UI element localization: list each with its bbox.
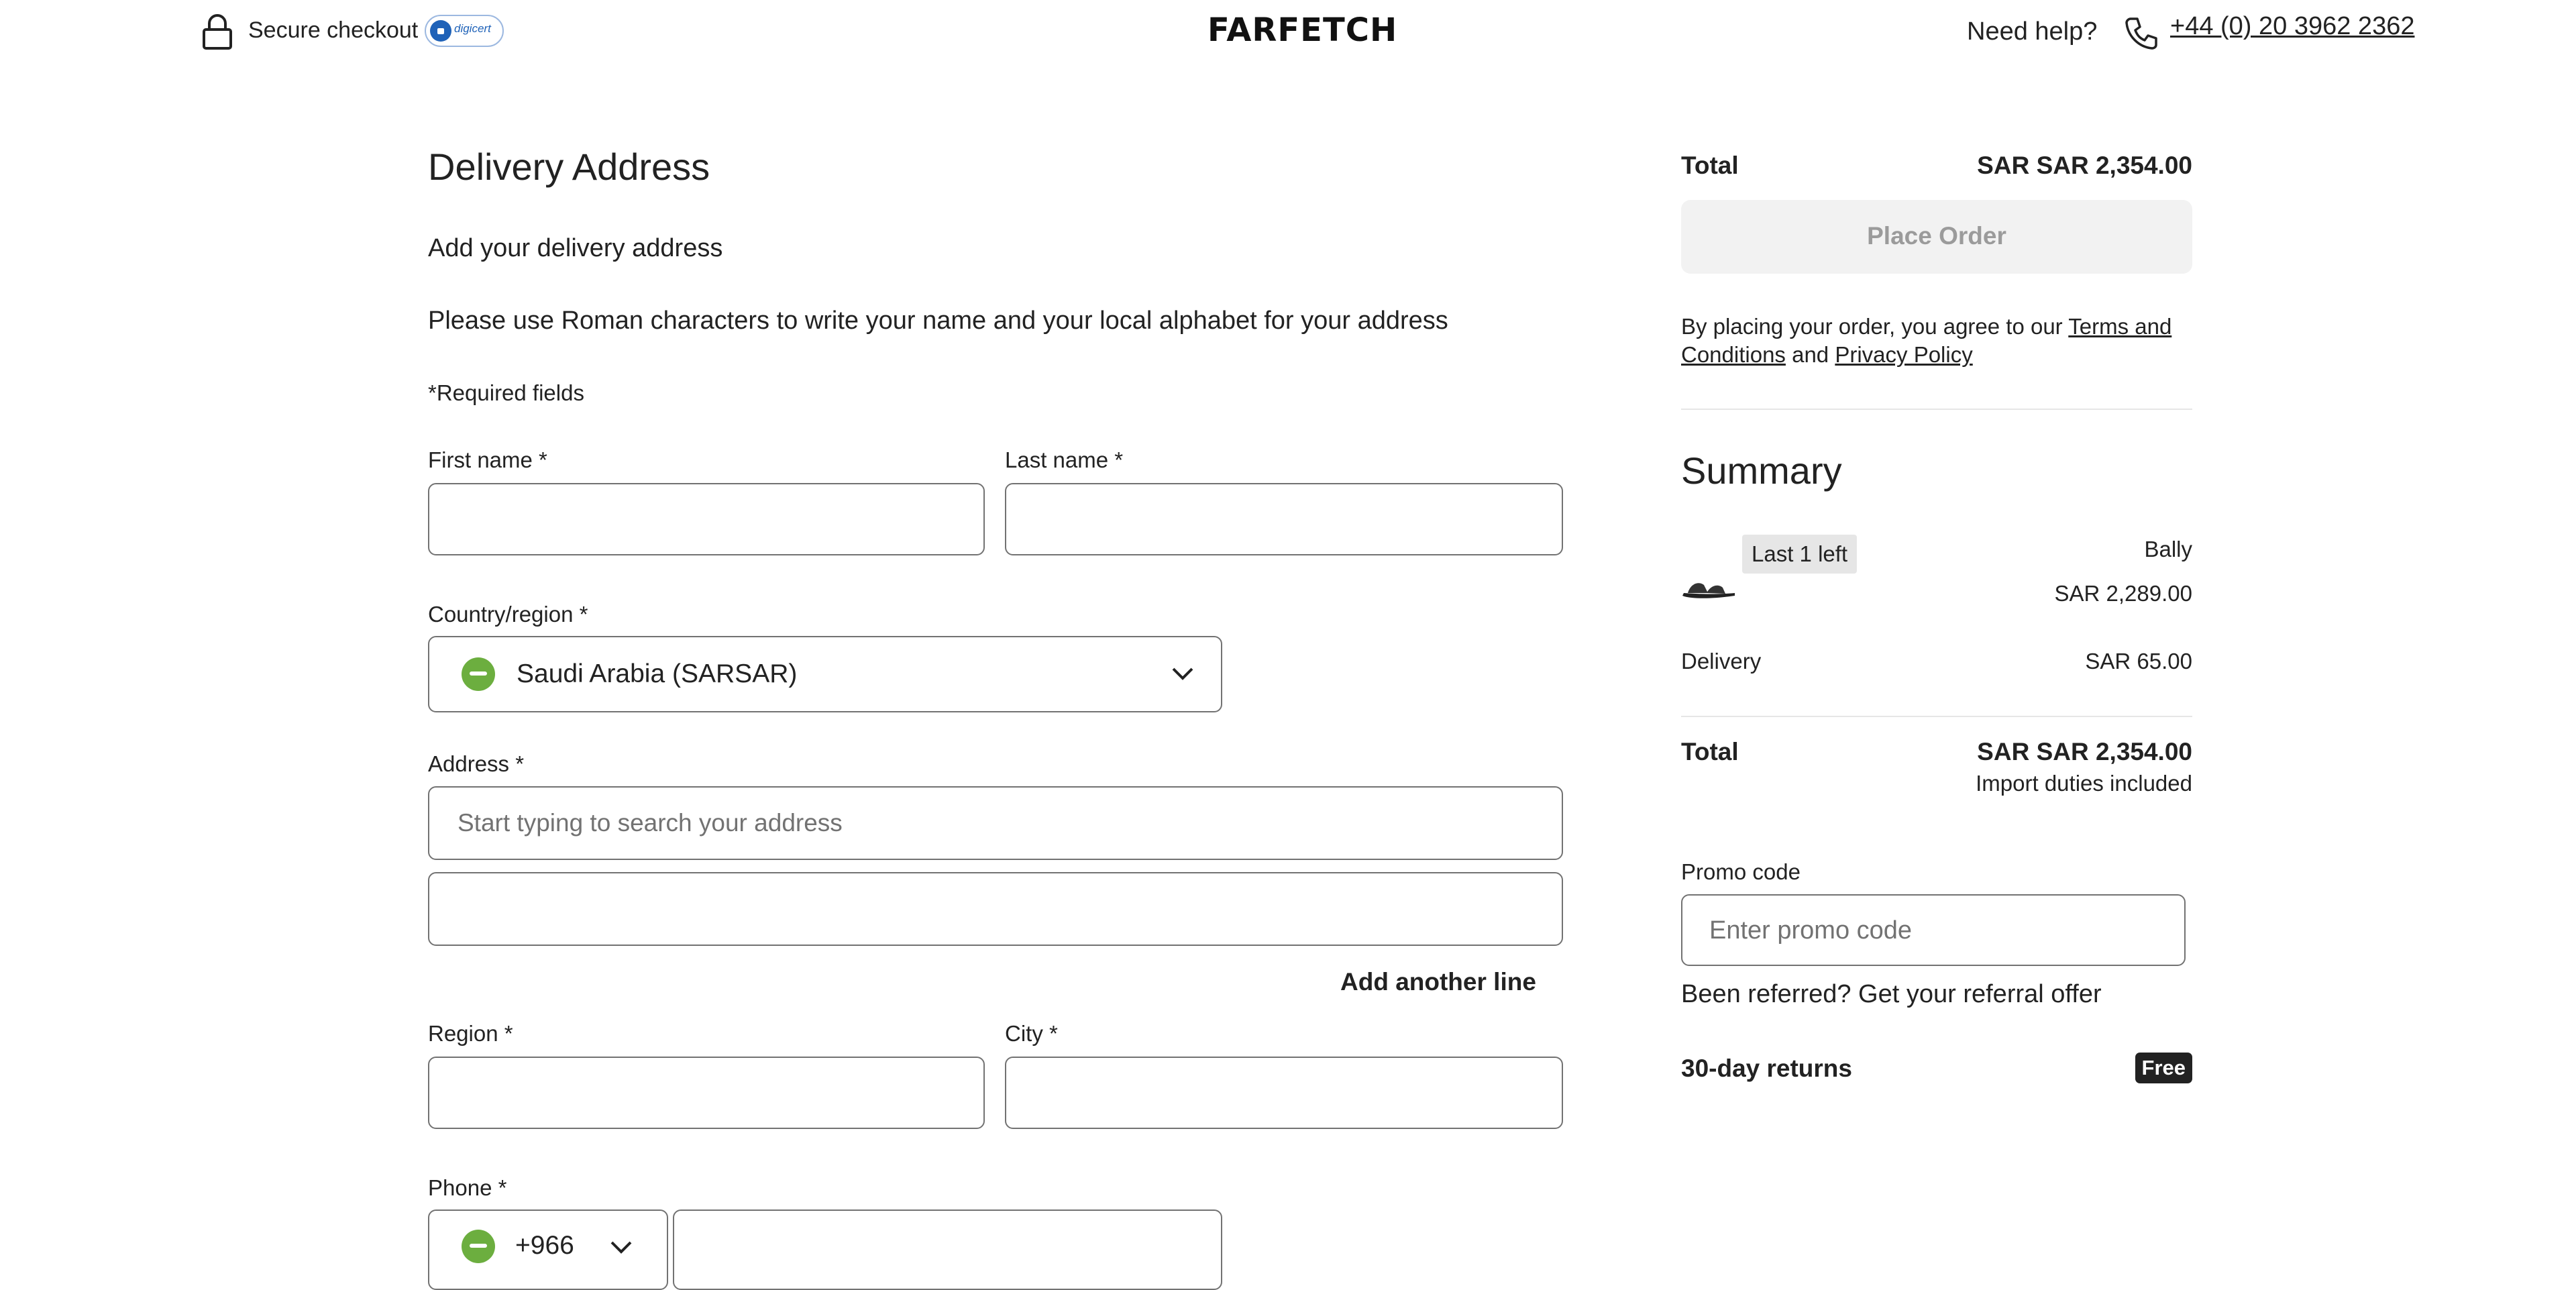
phone-country-code-select[interactable]: +966 [428, 1210, 668, 1290]
divider [1681, 716, 2192, 717]
summary-total-label: Total [1681, 738, 1739, 765]
returns-free-label: Free [2141, 1056, 2186, 1079]
need-help-label: Need help? [1967, 17, 2098, 46]
address-label: Address * [428, 751, 525, 776]
lock-icon [201, 13, 233, 50]
address-line-1-field[interactable]: Start typing to search your address [428, 786, 1563, 860]
legal-and: and [1785, 342, 1835, 367]
help-phone-link[interactable]: +44 (0) 20 3962 2362 [2170, 12, 2414, 41]
terms-link[interactable]: Terms and [2068, 314, 2171, 339]
privacy-policy-link[interactable]: Privacy Policy [1835, 342, 1972, 367]
country-label: Country/region * [428, 602, 588, 627]
import-duties-note: Import duties included [1976, 771, 2192, 796]
summary-total-value: SAR SAR 2,354.00 [1977, 738, 2192, 765]
order-total-label: Total [1681, 152, 1739, 179]
region-label: Region * [428, 1021, 513, 1046]
required-note: *Required fields [428, 380, 584, 405]
city-field[interactable] [1005, 1057, 1563, 1129]
add-another-line-button[interactable]: Add another line [1340, 968, 1536, 996]
flag-icon [462, 657, 495, 691]
first-name-label: First name * [428, 447, 547, 472]
chevron-down-icon [1171, 665, 1195, 682]
phone-label: Phone * [428, 1175, 507, 1200]
form-instructions: Please use Roman characters to write you… [428, 307, 1448, 335]
last-name-label: Last name * [1005, 447, 1124, 472]
farfetch-logo[interactable]: FARFETCH [1208, 11, 1397, 49]
phone-number-field[interactable] [673, 1210, 1222, 1290]
form-subtitle: Add your delivery address [428, 234, 723, 262]
stock-badge-label: Last 1 left [1752, 541, 1848, 566]
returns-free-badge: Free [2135, 1053, 2192, 1083]
place-order-label: Place Order [1867, 222, 2006, 250]
summary-title: Summary [1681, 449, 1842, 492]
flag-icon [462, 1230, 495, 1263]
order-total-value: SAR SAR 2,354.00 [1977, 152, 2192, 179]
region-field[interactable] [428, 1057, 985, 1129]
promo-code-label: Promo code [1681, 859, 1801, 884]
legal-prefix: By placing your order, you agree to our [1681, 314, 2069, 339]
digicert-text: digicert [454, 22, 491, 35]
promo-code-input[interactable]: Enter promo code [1681, 894, 2186, 966]
stock-badge: Last 1 left [1742, 535, 1858, 574]
digicert-seal: digicert [425, 15, 504, 47]
address-line-2-field[interactable] [428, 872, 1563, 946]
terms-link-cont[interactable]: Conditions [1681, 342, 1786, 367]
country-select[interactable]: Saudi Arabia (SARSAR) [428, 636, 1222, 712]
last-name-field[interactable] [1005, 483, 1563, 555]
city-label: City * [1005, 1021, 1058, 1046]
item-brand[interactable]: Bally [2144, 537, 2192, 562]
first-name-field[interactable] [428, 483, 985, 555]
phone-icon [2124, 16, 2159, 51]
page-title: Delivery Address [428, 146, 710, 188]
address-placeholder: Start typing to search your address [458, 809, 843, 837]
country-value: Saudi Arabia (SARSAR) [517, 659, 798, 688]
place-order-button[interactable]: Place Order [1681, 200, 2192, 274]
item-price: SAR 2,289.00 [2054, 581, 2192, 606]
phone-code-value: +966 [515, 1231, 574, 1260]
referral-link[interactable]: Been referred? Get your referral offer [1681, 980, 2102, 1009]
chevron-down-icon [609, 1239, 633, 1255]
legal-text: By placing your order, you agree to our … [1681, 313, 2192, 369]
promo-placeholder: Enter promo code [1709, 916, 1913, 945]
secure-checkout-label: Secure checkout [248, 17, 419, 43]
divider [1681, 409, 2192, 410]
delivery-value: SAR 65.00 [2085, 649, 2192, 674]
sandal-thumbnail[interactable] [1681, 576, 1737, 602]
delivery-label: Delivery [1681, 649, 1762, 674]
returns-label: 30-day returns [1681, 1055, 1852, 1082]
